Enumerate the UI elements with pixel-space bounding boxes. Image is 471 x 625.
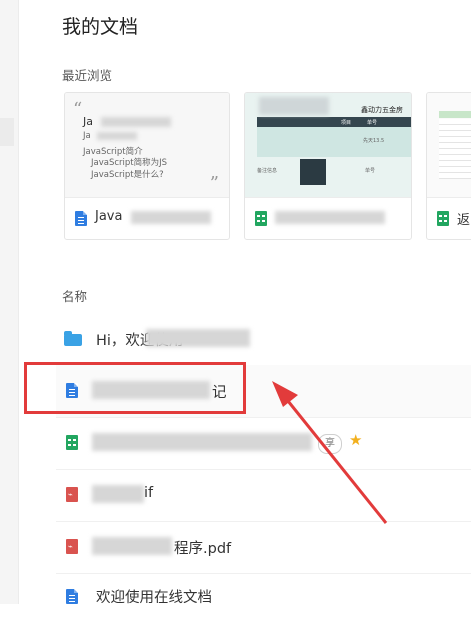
annotation-arrow bbox=[272, 381, 388, 524]
arrow-shaft bbox=[282, 395, 388, 524]
arrow-head bbox=[272, 381, 298, 407]
